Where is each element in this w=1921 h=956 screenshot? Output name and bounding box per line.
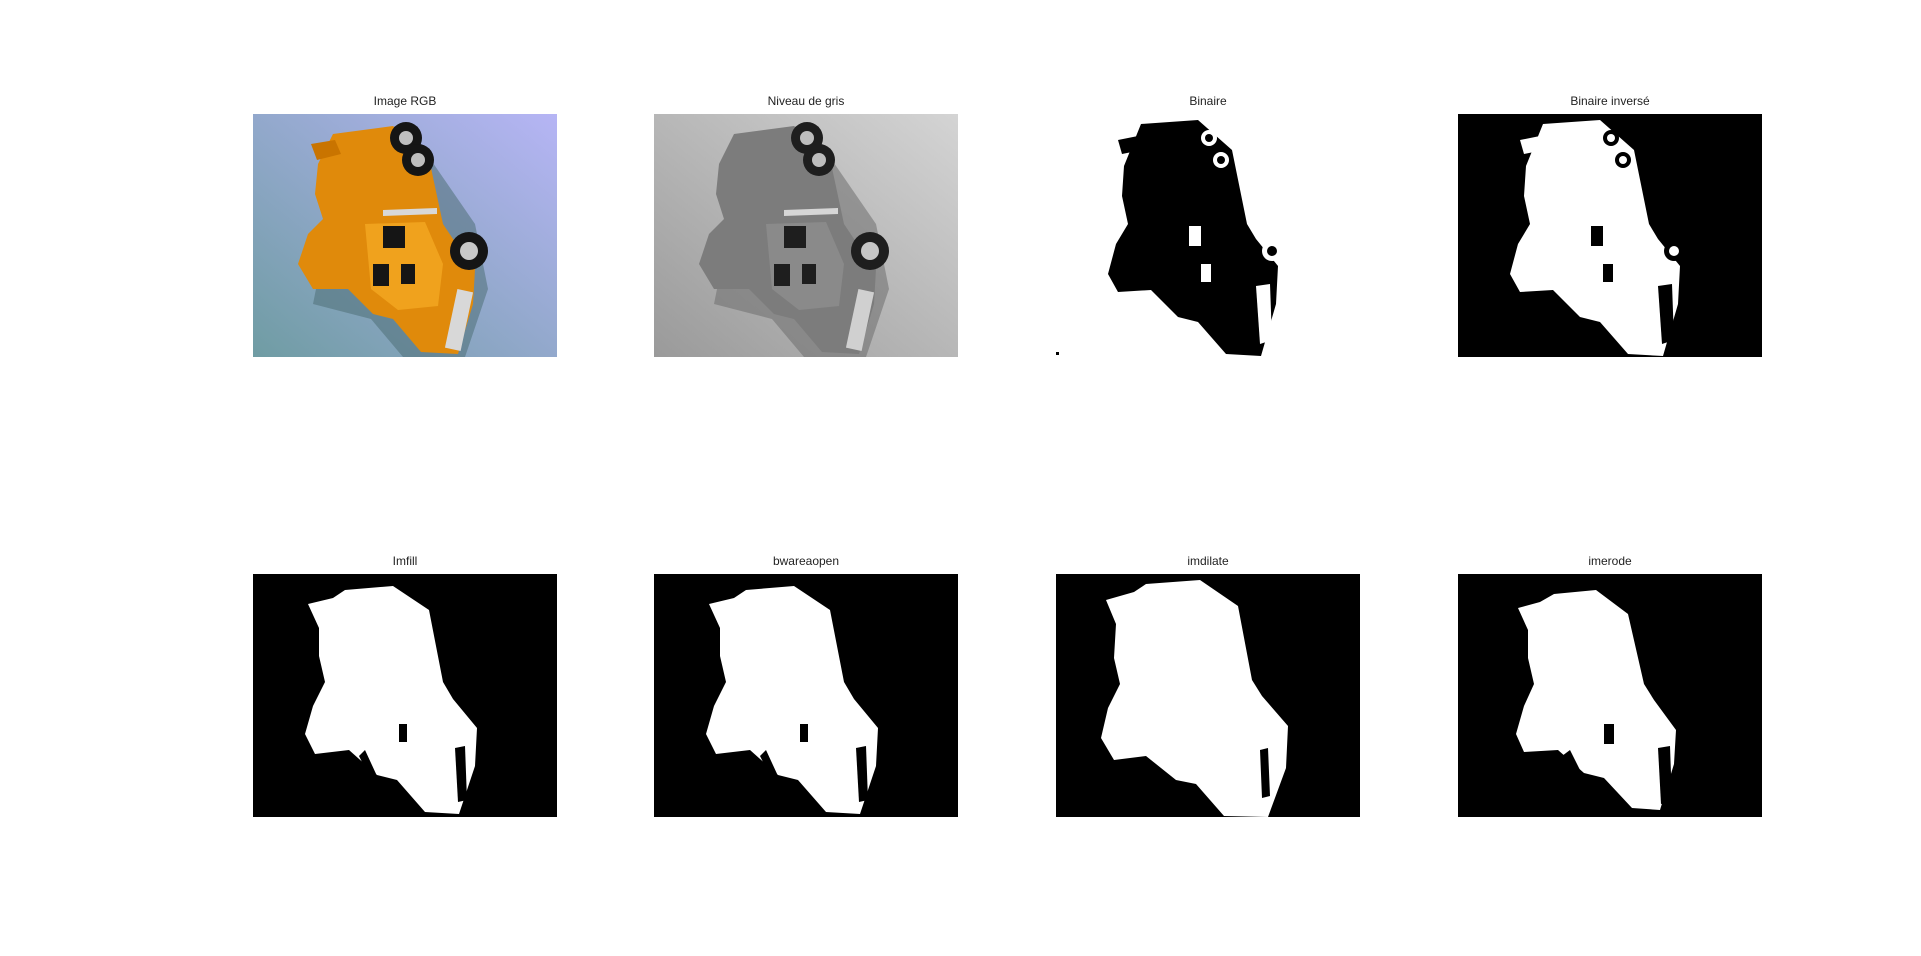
inverted-binary-image [1458,114,1762,357]
panel-title: imdilate [1187,554,1229,568]
rgb-image [253,114,557,357]
panel-title: Binaire [1189,94,1227,108]
binary-image [1056,114,1360,357]
imfill-image [253,574,557,817]
panel-title: Binaire inversé [1570,94,1650,108]
panel-title: Niveau de gris [767,94,845,108]
bwareaopen-image [654,574,958,817]
panel-title: bwareaopen [772,554,840,568]
grayscale-image [654,114,958,357]
panel-title: Image RGB [373,94,437,108]
panel-title: Imfill [392,554,418,568]
panel-title: imerode [1588,554,1632,568]
imdilate-image [1056,574,1360,817]
imerode-image [1458,574,1762,817]
